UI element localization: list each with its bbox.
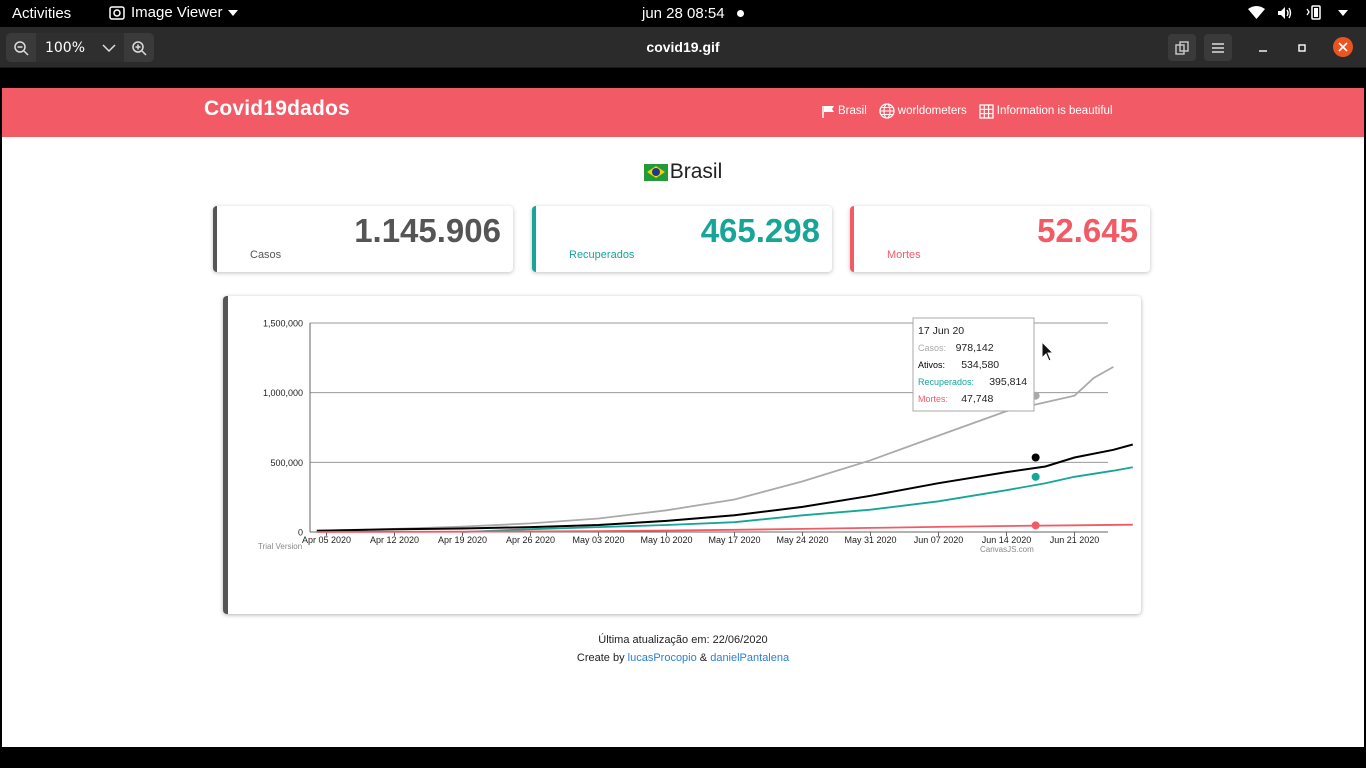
tooltip-date: 17 Jun 20	[918, 325, 964, 337]
chart-card: 0 500,000 1,000,000 1,500,000 Apr 05 2020 Apr…	[223, 296, 1141, 614]
nav-link-worldometers: worldometers	[879, 103, 967, 119]
watermark-trial: Trial Version	[258, 542, 302, 551]
nav-link-brasil: Brasil	[822, 103, 867, 119]
x-tick-label: May 24 2020	[776, 535, 828, 545]
tooltip-label: Mortes:	[918, 394, 948, 404]
site-nav-links: Brasil worldometers Information is beaut…	[822, 103, 1113, 119]
x-tick-label: Jun 14 2020	[982, 535, 1032, 545]
viewer-header-bar: 100% covid19.gif	[0, 27, 1366, 68]
nav-link-label: Information is beautiful	[996, 105, 1113, 117]
highlight-point-recuperados	[1031, 472, 1040, 481]
page-footer: Última atualização em: 22/06/2020 Create…	[2, 631, 1364, 667]
volume-icon	[1278, 6, 1292, 19]
maximize-icon	[1298, 44, 1306, 52]
tooltip-label: Recuperados:	[918, 377, 974, 387]
highlight-point-mortes	[1031, 521, 1040, 530]
caret-down-icon	[228, 9, 239, 16]
country-name: Brasil	[669, 160, 723, 183]
main-menu-button[interactable]	[1204, 34, 1232, 61]
brazil-flag-icon	[643, 163, 668, 181]
deaths-label: Mortes	[887, 249, 921, 261]
system-tray[interactable]	[1248, 5, 1348, 20]
tooltip-value: 534,580	[961, 359, 999, 371]
rotate-icon	[1175, 40, 1189, 55]
mouse-cursor-icon	[1041, 340, 1055, 362]
covid-line-chart: 0500,0001,000,0001,500,000Apr 05 2020 Apr…	[258, 317, 1134, 554]
activities-button[interactable]: Activities	[12, 5, 71, 22]
app-menu-label: Image Viewer	[131, 4, 223, 21]
country-heading: Brasil	[2, 160, 1364, 184]
series-line-ativos	[316, 443, 1134, 532]
x-tick-label: May 03 2020	[572, 535, 624, 545]
minimize-icon	[1259, 50, 1267, 52]
tooltip-value: 395,814	[989, 376, 1027, 388]
author-link-lucas: lucasProcopio	[627, 652, 697, 664]
x-tick-label: Apr 12 2020	[370, 535, 419, 545]
tooltip-label: Ativos:	[918, 360, 945, 370]
watermark-canvasjs: CanvasJS.com	[980, 545, 1034, 554]
cases-value: 1.145.906	[354, 212, 501, 249]
notification-dot	[737, 10, 744, 17]
credits-amp: &	[699, 652, 708, 664]
x-tick-label: May 17 2020	[708, 535, 760, 545]
image-canvas[interactable]: Covid19dados Brasil worldometers Informa…	[0, 68, 1366, 768]
deaths-card: 52.645 Mortes	[850, 206, 1150, 272]
x-tick-label: Jun 07 2020	[914, 535, 964, 545]
image-viewer-icon	[109, 5, 125, 20]
recovered-label: Recuperados	[569, 249, 635, 261]
grid-icon	[979, 103, 994, 119]
minimize-button[interactable]	[1252, 37, 1274, 59]
clock[interactable]: jun 28 08:54	[642, 5, 725, 22]
covid-dashboard-image: Covid19dados Brasil worldometers Informa…	[2, 88, 1364, 747]
tooltip-label: Casos:	[918, 343, 946, 353]
tooltip-value: 978,142	[956, 342, 994, 354]
globe-icon	[879, 103, 895, 119]
cases-label: Casos	[250, 249, 282, 261]
site-brand: Covid19dados	[204, 97, 350, 120]
system-top-bar: Activities Image Viewer jun 28 08:54	[0, 0, 1366, 27]
tooltip-value: 47,748	[961, 393, 993, 405]
x-tick-label: May 31 2020	[844, 535, 896, 545]
battery-icon	[1306, 5, 1321, 20]
maximize-button[interactable]	[1291, 37, 1313, 59]
recovered-value: 465.298	[700, 212, 820, 249]
caret-down-icon	[1338, 9, 1348, 16]
last-update-text: Última atualização em: 22/06/2020	[598, 634, 768, 646]
window-title: covid19.gif	[646, 39, 720, 55]
y-tick-label: 1,000,000	[263, 388, 303, 398]
recovered-card: 465.298 Recuperados	[532, 206, 832, 272]
nav-link-label: Brasil	[838, 105, 867, 117]
rotate-button[interactable]	[1168, 34, 1196, 61]
credits-prefix: Create by	[576, 652, 625, 664]
x-tick-label: Jun 21 2020	[1050, 535, 1100, 545]
hamburger-menu-icon	[1212, 42, 1224, 53]
x-tick-label: Apr 19 2020	[438, 535, 487, 545]
credits-line: Create by lucasProcopio & danielPantalen…	[2, 649, 1364, 667]
y-tick-label: 1,500,000	[263, 319, 303, 329]
x-tick-label: Apr 05 2020	[302, 535, 351, 545]
nav-link-label: worldometers	[897, 105, 967, 117]
flag-icon	[822, 105, 834, 118]
cases-card: 1.145.906 Casos	[213, 206, 513, 272]
close-icon	[1338, 42, 1348, 52]
y-tick-label: 500,000	[270, 458, 303, 468]
highlight-point-ativos	[1031, 453, 1040, 462]
nav-link-information-is-beautiful: Information is beautiful	[979, 103, 1113, 119]
close-button[interactable]	[1333, 37, 1353, 57]
app-menu[interactable]: Image Viewer	[109, 4, 239, 21]
wifi-icon	[1248, 6, 1265, 19]
deaths-value: 52.645	[1037, 212, 1138, 249]
author-link-daniel: danielPantalena	[710, 652, 790, 664]
x-tick-label: Apr 26 2020	[506, 535, 555, 545]
site-navbar: Covid19dados Brasil worldometers Informa…	[2, 88, 1364, 137]
x-tick-label: May 10 2020	[640, 535, 692, 545]
